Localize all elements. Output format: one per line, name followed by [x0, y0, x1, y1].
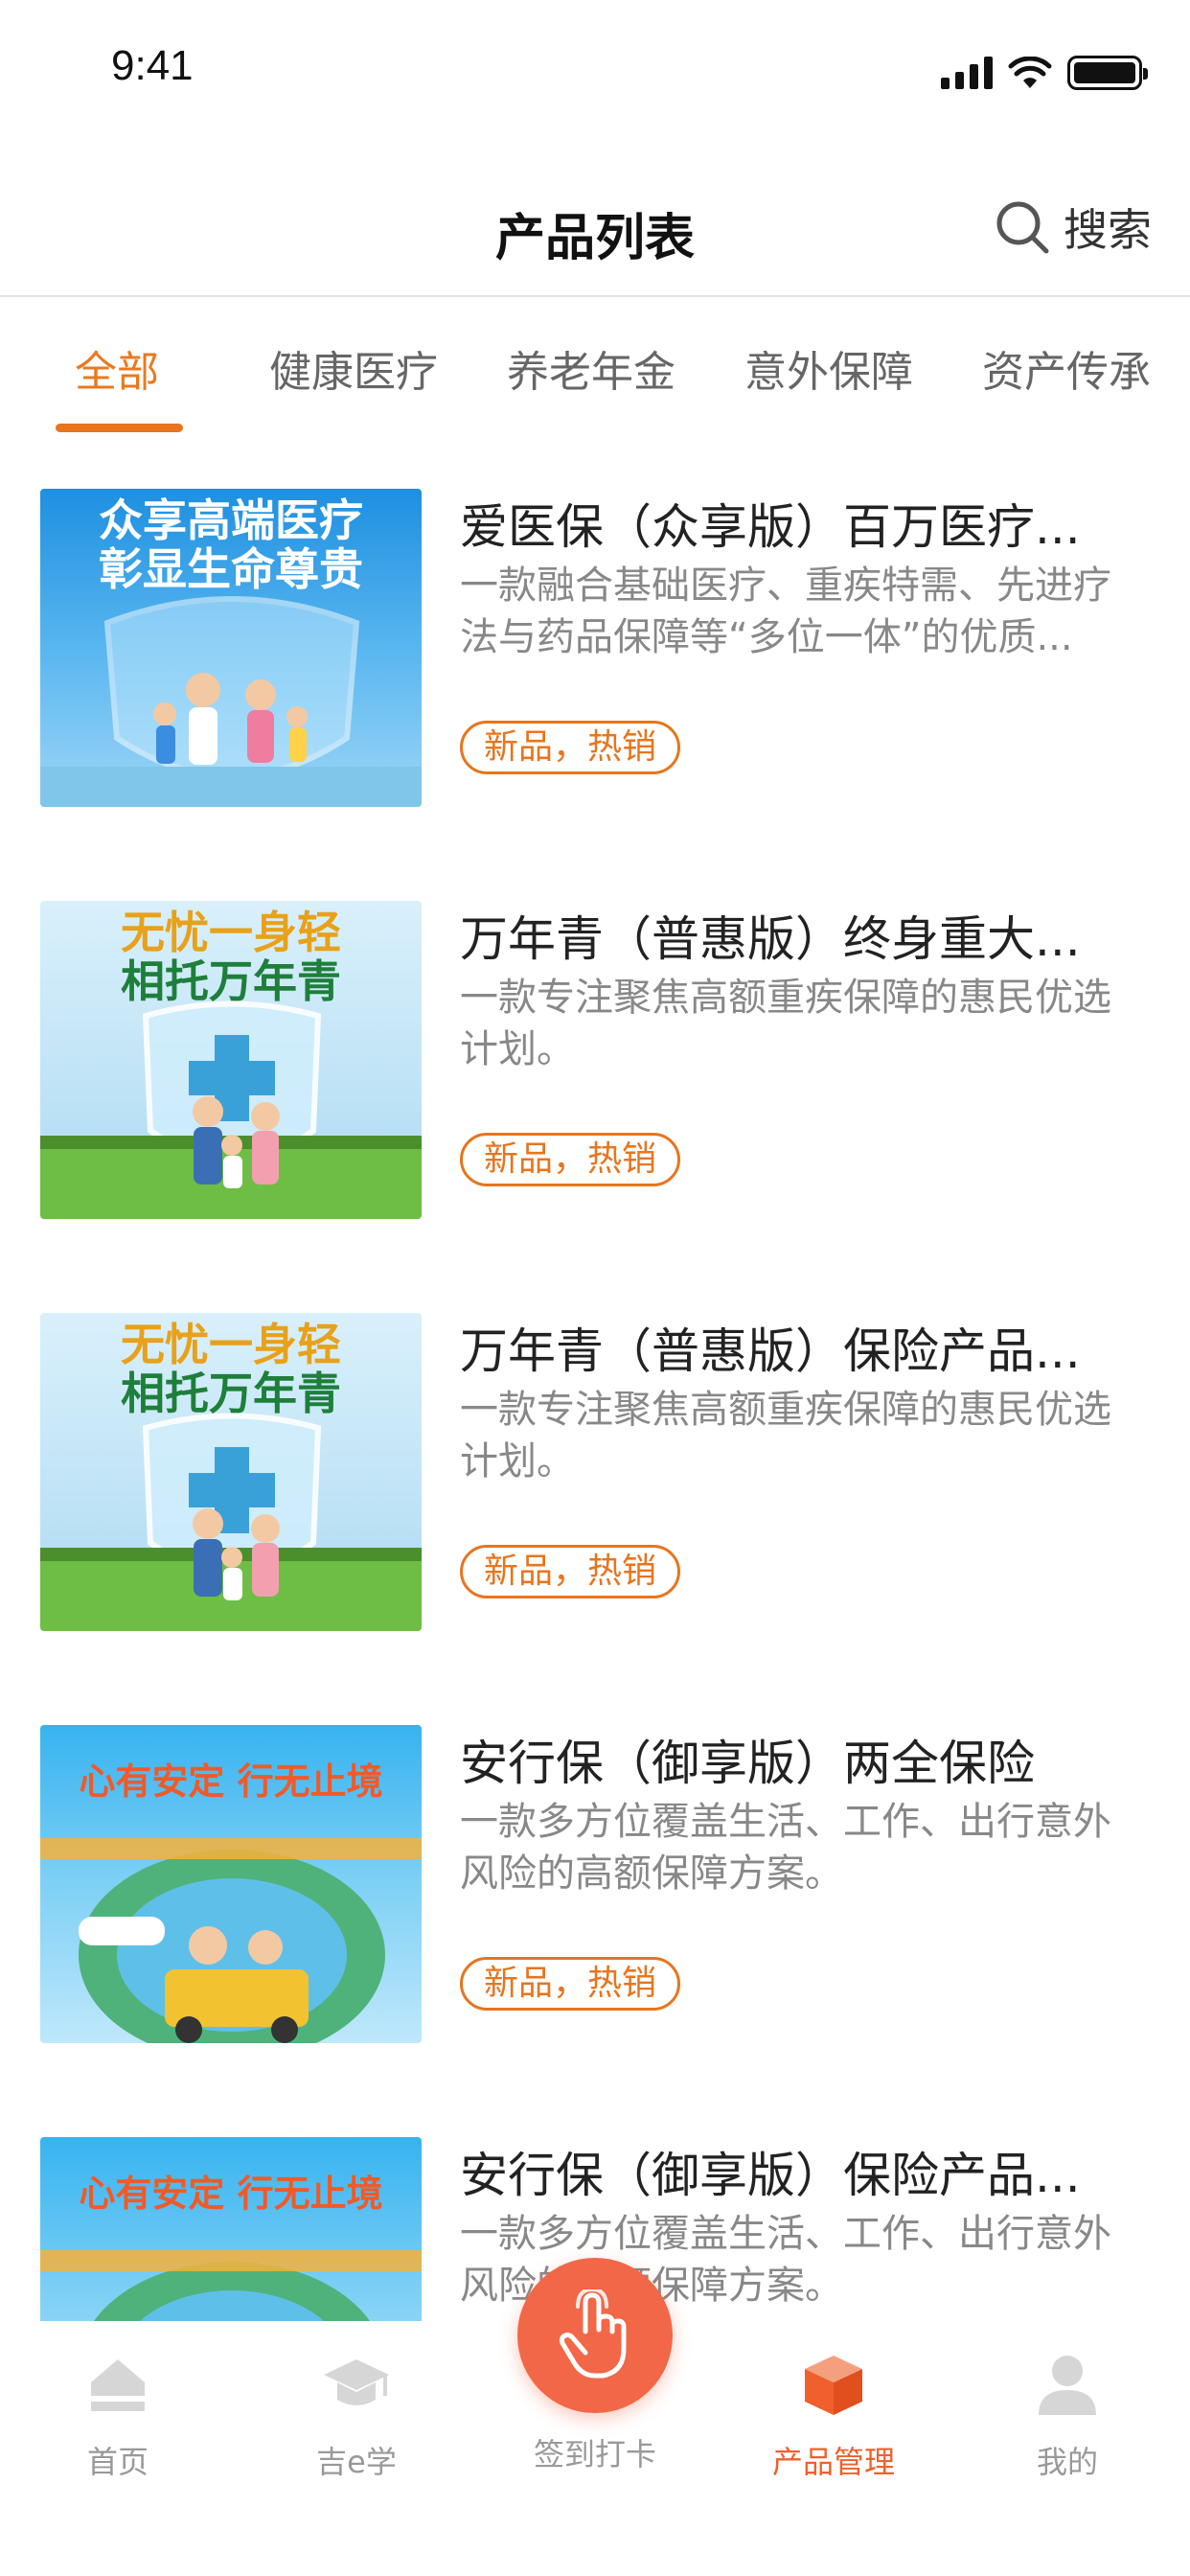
tab-accident-protection[interactable]: 意外保障 — [744, 337, 913, 399]
status-time: 9:41 — [111, 42, 194, 89]
product-image-banner: 众享高端医疗 彰显生命尊贵 — [99, 494, 363, 595]
product-tag: 新品，热销 — [460, 1545, 681, 1598]
product-image: 众享高端医疗 彰显生命尊贵 — [40, 489, 422, 807]
tab-wealth-inheritance[interactable]: 资产传承 — [982, 337, 1151, 399]
product-image: 无忧一身轻 相托万年青 — [40, 901, 422, 1219]
battery-icon — [1067, 56, 1148, 90]
wifi-icon — [1008, 57, 1052, 88]
list-item[interactable]: 无忧一身轻 相托万年青 万年青（普惠版）保险产品... 一款专注聚焦高额重疾保障… — [0, 1267, 1190, 1679]
list-item[interactable]: 无忧一身轻 相托万年青 万年青（普惠版）终身重大... 一款专注聚焦高额重疾保障… — [0, 855, 1190, 1267]
product-image: 心有安定 行无止境 — [40, 2137, 422, 2321]
search-button[interactable]: 搜索 — [995, 196, 1152, 259]
product-description: 一款专注聚焦高额重疾保障的惠民优选计划。 — [460, 976, 1111, 1071]
tab-bar-home[interactable]: 首页 — [22, 2350, 214, 2482]
product-description: 一款多方位覆盖生活、工作、出行意外风险的高额保障方案。 — [460, 1800, 1111, 1896]
product-title: 安行保（御享版）两全保险 — [460, 1736, 1035, 1791]
person-icon — [1033, 2350, 1102, 2419]
hand-tap-icon — [559, 2289, 627, 2379]
active-tab-indicator — [56, 424, 183, 432]
search-label: 搜索 — [1064, 204, 1152, 256]
product-image-banner: 无忧一身轻 相托万年青 — [121, 907, 341, 1007]
product-image-banner: 心有安定 行无止境 — [79, 1760, 383, 1804]
product-title: 万年青（普惠版）保险产品... — [460, 1323, 1081, 1379]
product-title: 万年青（普惠版）终身重大... — [460, 911, 1081, 967]
product-tag: 新品，热销 — [460, 1133, 681, 1186]
product-image-banner: 心有安定 行无止境 — [79, 2172, 383, 2216]
cellular-signal-icon — [941, 57, 993, 89]
tab-bar-product-management[interactable]: 产品管理 — [738, 2350, 929, 2482]
product-tag: 新品，热销 — [460, 721, 681, 774]
status-bar: 9:41 — [0, 0, 1190, 144]
check-in-label: 签到打卡 — [533, 2436, 656, 2472]
category-tabs: 全部 健康医疗 养老年金 意外保障 资产传承 — [0, 299, 1190, 443]
product-description: 一款融合基础医疗、重疾特需、先进疗法与药品保障等“多位一体”的优质... — [460, 564, 1111, 659]
nav-header: 产品列表 搜索 — [0, 163, 1190, 297]
check-in-button[interactable] — [517, 2258, 673, 2413]
product-title: 爱医保（众享版）百万医疗... — [460, 499, 1081, 555]
product-image: 无忧一身轻 相托万年青 — [40, 1313, 422, 1631]
tab-pension-annuity[interactable]: 养老年金 — [507, 337, 675, 399]
list-item[interactable]: 心有安定 行无止境 安行保（御享版）两全保险 一款多方位覆盖生活、工作、出行意外… — [0, 1679, 1190, 2091]
status-icons — [941, 54, 1148, 92]
graduation-cap-icon — [322, 2350, 391, 2419]
tab-health-medical[interactable]: 健康医疗 — [269, 337, 438, 399]
box-icon — [799, 2350, 868, 2419]
list-item[interactable]: 众享高端医疗 彰显生命尊贵 爱医保（众享版）百万医疗... 一款融合基础医疗、重… — [0, 443, 1190, 855]
tab-all[interactable]: 全部 — [75, 337, 159, 399]
home-icon — [83, 2350, 152, 2419]
product-image: 心有安定 行无止境 — [40, 1725, 422, 2043]
tab-bar-mine[interactable]: 我的 — [972, 2350, 1163, 2482]
product-list[interactable]: 众享高端医疗 彰显生命尊贵 爱医保（众享版）百万医疗... 一款融合基础医疗、重… — [0, 443, 1190, 2321]
product-title: 安行保（御享版）保险产品... — [460, 2148, 1081, 2203]
product-description: 一款专注聚焦高额重疾保障的惠民优选计划。 — [460, 1388, 1111, 1484]
product-tag: 新品，热销 — [460, 1957, 681, 2011]
tab-bar-learn[interactable]: 吉e学 — [261, 2350, 452, 2482]
search-icon — [996, 201, 1049, 254]
product-image-banner: 无忧一身轻 相托万年青 — [121, 1319, 341, 1419]
